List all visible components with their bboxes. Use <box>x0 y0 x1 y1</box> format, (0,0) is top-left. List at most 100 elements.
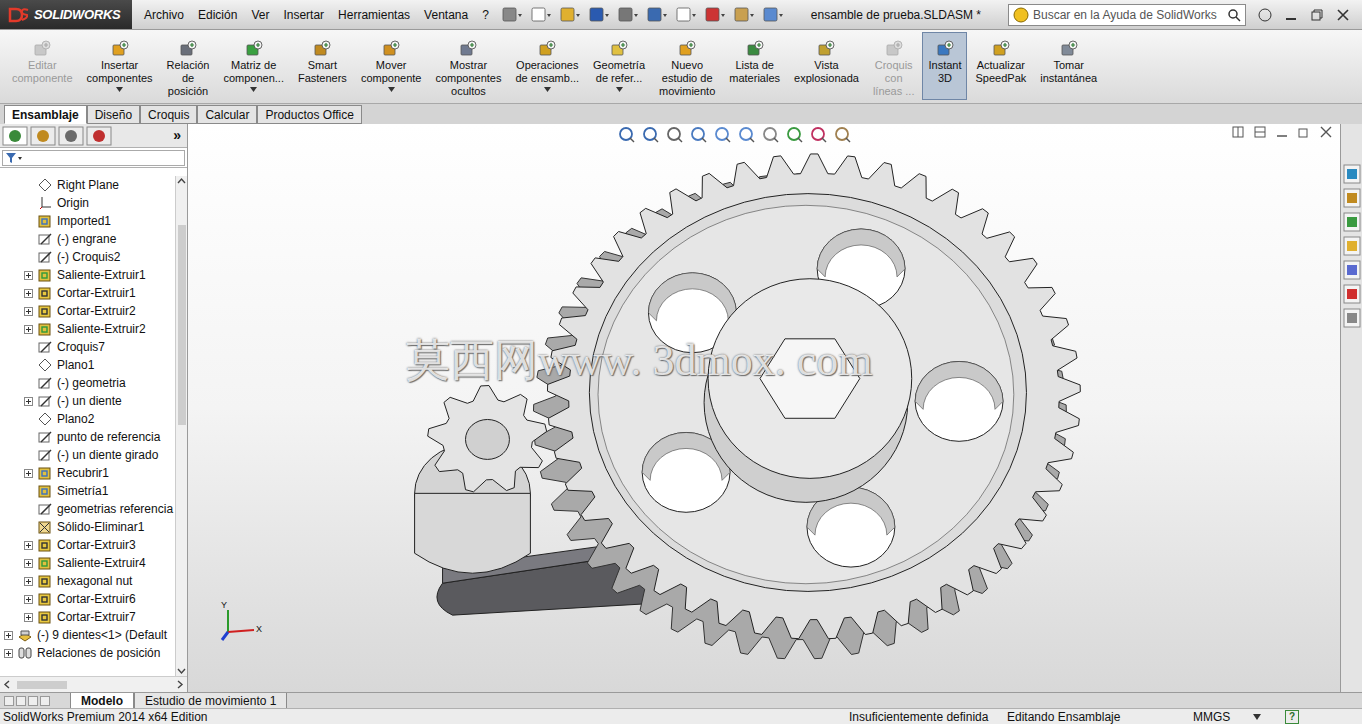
ribbon-button[interactable]: ActualizarSpeedPak <box>969 32 1032 100</box>
close-icon[interactable] <box>1336 8 1350 22</box>
expander[interactable] <box>24 271 33 280</box>
panel-tab-icon[interactable] <box>86 126 112 146</box>
ribbon-tab[interactable]: Calcular <box>197 105 257 124</box>
expander[interactable] <box>24 325 33 334</box>
expander[interactable] <box>4 649 13 658</box>
view-tool-icon[interactable] <box>618 126 636 144</box>
ribbon-button[interactable]: Instant3D <box>922 32 967 100</box>
task-pane-icon[interactable] <box>1343 284 1361 304</box>
task-pane-icon[interactable] <box>1343 164 1361 184</box>
tree-item[interactable]: Saliente-Extruir2 <box>0 320 175 338</box>
tree-item[interactable]: (-) un diente girado <box>0 446 175 464</box>
task-pane-icon[interactable] <box>1343 236 1361 256</box>
tab-nav-icon[interactable] <box>16 696 26 706</box>
menu-item[interactable]: Edición <box>198 6 237 24</box>
tree-item[interactable]: Saliente-Extruir1 <box>0 266 175 284</box>
expander[interactable] <box>24 469 33 478</box>
help-menu-icon[interactable] <box>1258 8 1272 22</box>
menu-item[interactable]: Archivo <box>144 6 184 24</box>
horizontal-scrollbar[interactable] <box>0 676 187 692</box>
ribbon-button[interactable]: Lista demateriales <box>723 32 786 100</box>
tree-item[interactable]: geometrias referencia <box>0 500 175 518</box>
tree-item[interactable]: Croquis7 <box>0 338 175 356</box>
expander[interactable] <box>24 577 33 586</box>
view-tool-icon[interactable] <box>738 126 756 144</box>
units-arrow-icon[interactable] <box>1253 714 1261 720</box>
close-icon[interactable] <box>1320 126 1332 138</box>
task-pane-icon[interactable] <box>1343 308 1361 328</box>
ribbon-button[interactable]: Movercomponente <box>355 32 428 100</box>
panel-expand[interactable]: » <box>173 125 185 146</box>
toolbar-icon[interactable] <box>588 6 610 24</box>
view-tool-icon[interactable] <box>762 126 780 144</box>
restore-icon[interactable] <box>1298 126 1310 138</box>
help-search[interactable]: Buscar en la Ayuda de SolidWorks <box>1008 4 1246 26</box>
view-tool-icon[interactable] <box>642 126 660 144</box>
tree-item[interactable]: Cortar-Extruir1 <box>0 284 175 302</box>
tree-item[interactable]: Recubrir1 <box>0 464 175 482</box>
tree-item[interactable]: hexagonal nut <box>0 572 175 590</box>
task-pane-icon[interactable] <box>1343 260 1361 280</box>
ribbon-button[interactable]: Tomarinstantánea <box>1034 32 1103 100</box>
ribbon-button[interactable]: Vistaexplosionada <box>788 32 865 100</box>
dropdown-arrow-icon[interactable] <box>544 87 551 92</box>
tree-item[interactable]: (-) Croquis2 <box>0 248 175 266</box>
ribbon-button[interactable]: Mostrarcomponentesocultos <box>429 32 507 101</box>
view-tool-icon[interactable] <box>834 126 852 144</box>
ribbon-tab[interactable]: Diseño <box>87 105 140 124</box>
tree-item[interactable]: Cortar-Extruir3 <box>0 536 175 554</box>
scroll-left-icon[interactable] <box>2 680 11 689</box>
dropdown-arrow-icon[interactable] <box>388 87 395 92</box>
tab-scroll[interactable] <box>0 693 70 708</box>
tree-item[interactable]: Cortar-Extruir6 <box>0 590 175 608</box>
ribbon-button[interactable]: Nuevoestudio demovimiento <box>653 32 721 101</box>
tree-item[interactable]: (-) geometria <box>0 374 175 392</box>
toolbar-icon[interactable] <box>617 6 639 24</box>
view-tool-icon[interactable] <box>690 126 708 144</box>
menu-item[interactable]: Herramientas <box>338 6 410 24</box>
ribbon-button[interactable]: Relacióndeposición <box>161 32 216 101</box>
task-pane-icon[interactable] <box>1343 188 1361 208</box>
ribbon-button[interactable]: Operacionesde ensamb... <box>509 32 585 100</box>
tree-item[interactable]: Relaciones de posición <box>0 644 175 662</box>
toolbar-icon[interactable] <box>559 6 581 24</box>
tree-item[interactable]: punto de referencia <box>0 428 175 446</box>
dropdown-arrow-icon[interactable] <box>116 87 123 92</box>
view-tool-icon[interactable] <box>786 126 804 144</box>
dropdown-arrow-icon[interactable] <box>250 87 257 92</box>
ribbon-tab[interactable]: Productos Office <box>257 105 362 124</box>
scroll-up-icon[interactable] <box>177 176 186 185</box>
ribbon-button[interactable]: Matriz decomponen... <box>217 32 290 100</box>
expander[interactable] <box>24 559 33 568</box>
toolbar-icon[interactable] <box>733 6 755 24</box>
dropdown-arrow-icon[interactable] <box>616 87 623 92</box>
tree-item[interactable]: Plano2 <box>0 410 175 428</box>
ribbon-button[interactable]: Editarcomponente <box>6 32 79 100</box>
expander[interactable] <box>24 397 33 406</box>
tree-item[interactable]: Origin <box>0 194 175 212</box>
menu-item[interactable]: Insertar <box>283 6 324 24</box>
tab-nav-icon[interactable] <box>40 696 50 706</box>
tree-scrollbar[interactable] <box>175 176 187 676</box>
model-view[interactable] <box>188 124 1340 692</box>
toolbar-icon[interactable] <box>704 6 726 24</box>
expander[interactable] <box>24 289 33 298</box>
tree-item[interactable]: (-) un diente <box>0 392 175 410</box>
expander[interactable] <box>24 541 33 550</box>
tab-nav-icon[interactable] <box>4 696 14 706</box>
bottom-tab[interactable]: Estudio de movimiento 1 <box>134 693 287 708</box>
minimize-icon[interactable] <box>1276 126 1288 138</box>
expander[interactable] <box>24 307 33 316</box>
toolbar-icon[interactable] <box>646 6 668 24</box>
expander[interactable] <box>4 631 13 640</box>
minimize-icon[interactable] <box>1284 8 1298 22</box>
toolbar-icon[interactable] <box>675 6 697 24</box>
ribbon-button[interactable]: Insertarcomponentes <box>81 32 159 100</box>
panel-tab-icon[interactable] <box>30 126 56 146</box>
tree-item[interactable]: Saliente-Extruir4 <box>0 554 175 572</box>
tree-item[interactable]: Right Plane <box>0 176 175 194</box>
tree-item[interactable]: (-) 9 dientes<1> (Default <box>0 626 175 644</box>
toolbar-icon[interactable] <box>530 6 552 24</box>
graphics-area[interactable]: 莫西网www. 3dmox. comYX <box>188 124 1340 692</box>
ribbon-button[interactable]: Geometríade refer... <box>587 32 651 100</box>
